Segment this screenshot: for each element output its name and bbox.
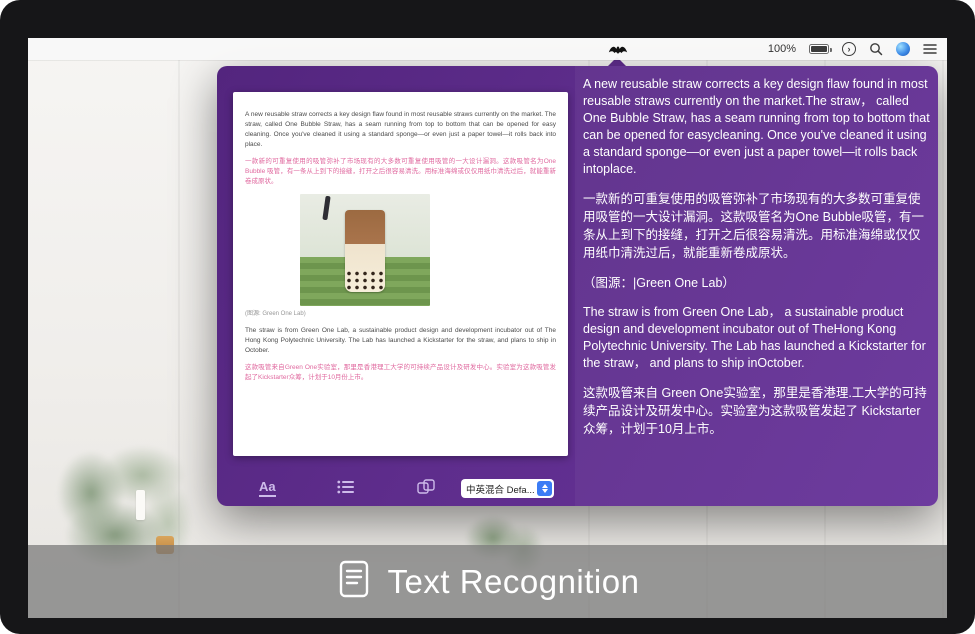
doc-photo-caption: (图源: Green One Lab)	[245, 309, 556, 319]
doc-paragraph-en-2: The straw is from Green One Lab, a susta…	[245, 326, 556, 356]
recognized-paragraph-zh-2: 这款吸管来自 Green One实验室，那里是香港理.工大学的可持续产品设计及研…	[583, 384, 931, 438]
font-settings-button[interactable]: Aa	[259, 480, 276, 497]
globe-icon[interactable]	[896, 42, 910, 56]
recognized-text-pane[interactable]: A new reusable straw corrects a key desi…	[583, 76, 931, 476]
recognized-paragraph-zh-1: 一款新的可重复使用的吸管弥补了市场现有的大多数可重复使用吸管的一大设计漏洞。这款…	[583, 190, 931, 262]
doc-paragraph-zh-2: 这款吸管来自Green One实验室，那里是香港理工大学的可持续产品设计及研发中…	[245, 363, 556, 383]
language-mode-value: 中英混合 Defa...	[461, 482, 535, 496]
battery-percentage: 100%	[768, 43, 796, 55]
menu-bar: 100% ›	[28, 38, 947, 60]
recognized-paragraph-en-1: A new reusable straw corrects a key desi…	[583, 76, 931, 178]
menu-list-icon[interactable]	[923, 43, 937, 55]
doc-paragraph-zh-1: 一款新的可重复使用的吸管弥补了市场现有的大多数可重复使用吸管的一大设计漏洞。这款…	[245, 157, 556, 187]
cup-tapioca-pearls	[345, 270, 385, 292]
text-recognition-icon	[336, 558, 372, 605]
ocr-popover-window: A new reusable straw corrects a key desi…	[217, 66, 938, 506]
circle-chevron-icon[interactable]: ›	[842, 42, 856, 56]
select-stepper-icon	[537, 481, 552, 496]
cup-milk-layer	[345, 244, 385, 292]
recognized-paragraph-en-2: The straw is from Green One Lab， a susta…	[583, 304, 931, 372]
desktop-wallpaper: 100% › A new reusable straw corrects a k…	[28, 38, 947, 618]
caption-title: Text Recognition	[388, 563, 640, 601]
doc-paragraph-en-1: A new reusable straw corrects a key desi…	[245, 110, 556, 150]
language-mode-select[interactable]: 中英混合 Defa...	[461, 479, 554, 498]
bat-app-icon[interactable]	[608, 42, 628, 56]
bubble-tea-photo	[300, 194, 430, 306]
source-document-preview[interactable]: A new reusable straw corrects a key desi…	[233, 92, 568, 456]
search-icon[interactable]	[869, 42, 883, 56]
device-frame: 100% › A new reusable straw corrects a k…	[0, 0, 975, 634]
bubble-tea-cup	[345, 210, 385, 292]
recognized-photo-caption: （图源：|Green One Lab）	[583, 274, 931, 292]
wallpaper-candle	[136, 490, 145, 520]
list-view-button[interactable]	[337, 480, 355, 497]
battery-icon	[809, 44, 829, 54]
caption-bar: Text Recognition	[28, 545, 947, 618]
copy-pages-button[interactable]	[417, 479, 435, 497]
cup-tea-layer	[345, 210, 385, 244]
